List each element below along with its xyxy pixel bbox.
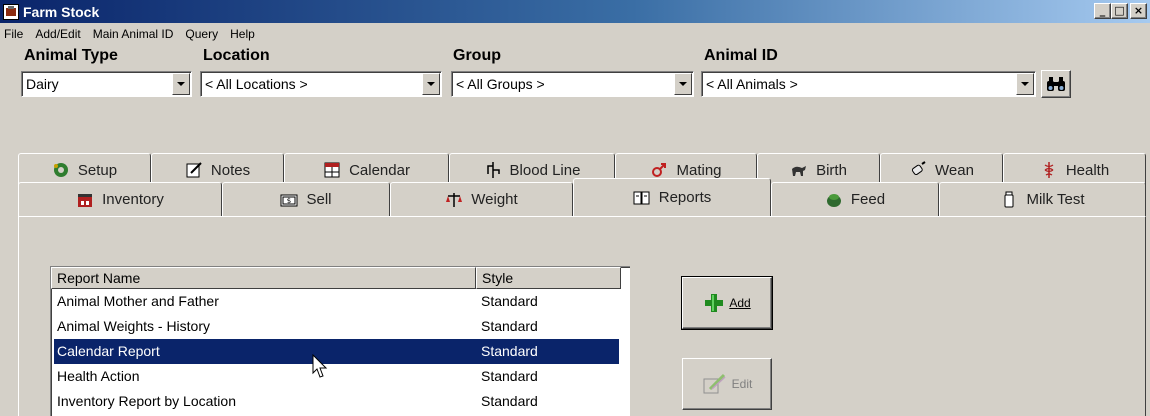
farm-stock-window: Farm Stock _ □ × File Add/Edit Main Anim… <box>0 0 1150 416</box>
group-select[interactable]: < All Groups > <box>451 71 694 97</box>
tab-row-bottom: Inventory $ Sell Weight Reports Feed Mil… <box>18 178 1146 216</box>
window-title: Farm Stock <box>23 3 100 20</box>
tab-weight[interactable]: Weight <box>390 182 573 216</box>
money-icon: $ <box>280 194 298 206</box>
animal-id-value: < All Animals > <box>706 76 798 92</box>
notepad-icon <box>186 162 202 178</box>
group-value: < All Groups > <box>456 76 545 92</box>
gender-icon <box>652 163 667 177</box>
report-name: Inventory Report by Location <box>57 393 236 409</box>
close-button[interactable]: × <box>1130 3 1147 19</box>
calendar-icon <box>324 162 340 178</box>
report-list[interactable]: Report Name Style Animal Mother and Fath… <box>50 266 630 416</box>
menu-bar: File Add/Edit Main Animal ID Query Help <box>0 24 261 44</box>
report-style: Standard <box>481 393 538 409</box>
menu-query[interactable]: Query <box>179 27 224 41</box>
chevron-down-icon[interactable] <box>674 73 692 95</box>
tab-reports[interactable]: Reports <box>573 178 771 216</box>
menu-help[interactable]: Help <box>224 27 261 41</box>
report-row[interactable]: Health Action Standard <box>54 364 619 389</box>
column-header-style[interactable]: Style <box>476 267 621 289</box>
tab-sell[interactable]: $ Sell <box>222 182 390 216</box>
tab-notes-label: Notes <box>210 161 251 179</box>
tab-feed-label: Feed <box>850 191 886 208</box>
menu-main-animal-id[interactable]: Main Animal ID <box>87 27 180 41</box>
animal-type-label: Animal Type <box>24 47 118 64</box>
minimize-button[interactable]: _ <box>1094 3 1111 19</box>
animal-id-select[interactable]: < All Animals > <box>701 71 1036 97</box>
calf-icon <box>792 166 807 176</box>
report-style: Standard <box>481 318 538 334</box>
animal-id-label: Animal ID <box>704 47 778 64</box>
tab-reports-label: Reports <box>658 189 712 206</box>
add-button-label: Add <box>729 296 751 310</box>
report-style: Standard <box>481 293 538 309</box>
tab-inventory-label: Inventory <box>102 191 164 208</box>
chevron-down-icon[interactable] <box>422 73 440 95</box>
bottle-icon <box>911 161 926 176</box>
report-name: Calendar Report <box>57 343 160 359</box>
add-report-button[interactable]: Add <box>682 277 772 329</box>
report-name: Health Action <box>57 368 140 384</box>
binoculars-icon <box>1047 77 1065 91</box>
tab-calendar-label: Calendar <box>349 161 410 179</box>
tab-health-label: Health <box>1065 161 1110 179</box>
gear-icon <box>53 163 68 177</box>
maximize-button[interactable]: □ <box>1111 3 1128 19</box>
edit-icon <box>703 373 726 394</box>
caduceus-icon <box>1044 162 1054 178</box>
menu-add-edit[interactable]: Add/Edit <box>29 27 86 41</box>
mouse-cursor-icon <box>312 354 328 378</box>
report-row[interactable]: Animal Weights - History Standard <box>54 314 619 339</box>
tab-setup-label: Setup <box>77 161 118 179</box>
tab-milk-test-label: Milk Test <box>1026 191 1085 208</box>
svg-text:$: $ <box>287 197 291 205</box>
report-icon <box>633 191 650 204</box>
title-bar[interactable]: Farm Stock _ □ × <box>0 0 1150 23</box>
plus-icon <box>705 294 724 312</box>
app-icon[interactable] <box>3 3 19 20</box>
tab-milk-test[interactable]: Milk Test <box>939 182 1146 216</box>
tab-sell-label: Sell <box>306 191 332 208</box>
barn-icon <box>78 193 93 207</box>
report-list-header: Report Name Style <box>51 267 630 289</box>
tab-blood-line-label: Blood Line <box>509 161 581 179</box>
report-style: Standard <box>481 368 538 384</box>
location-select[interactable]: < All Locations > <box>200 71 442 97</box>
animal-type-value: Dairy <box>26 76 59 92</box>
report-name: Animal Weights - History <box>57 318 211 334</box>
tab-inventory[interactable]: Inventory <box>18 182 222 216</box>
edit-button-label: Edit <box>731 377 753 391</box>
scale-icon <box>446 192 463 207</box>
tab-mating-label: Mating <box>676 161 722 179</box>
report-row[interactable]: Inventory Report by Location Standard <box>54 389 619 414</box>
location-label: Location <box>203 47 270 64</box>
chevron-down-icon[interactable] <box>172 73 190 95</box>
report-style: Standard <box>481 343 538 359</box>
report-row-selected[interactable]: Calendar Report Standard <box>54 339 619 364</box>
caption-buttons: _ □ × <box>1094 3 1147 19</box>
milk-icon <box>1004 191 1014 207</box>
bloodline-icon <box>486 162 500 178</box>
tab-birth-label: Birth <box>816 161 847 179</box>
menu-file[interactable]: File <box>0 27 29 41</box>
tab-weight-label: Weight <box>471 191 518 208</box>
report-name: Animal Mother and Father <box>57 293 219 309</box>
edit-report-button[interactable]: Edit <box>682 358 772 410</box>
tab-feed[interactable]: Feed <box>771 182 939 216</box>
location-value: < All Locations > <box>205 76 308 92</box>
column-header-report-name[interactable]: Report Name <box>51 267 476 289</box>
group-label: Group <box>453 47 501 64</box>
tab-wean-label: Wean <box>935 161 974 179</box>
feed-icon <box>826 193 841 207</box>
report-row[interactable]: Animal Mother and Father Standard <box>54 289 619 314</box>
animal-type-select[interactable]: Dairy <box>21 71 192 97</box>
chevron-down-icon[interactable] <box>1016 73 1034 95</box>
find-button[interactable] <box>1041 70 1071 98</box>
